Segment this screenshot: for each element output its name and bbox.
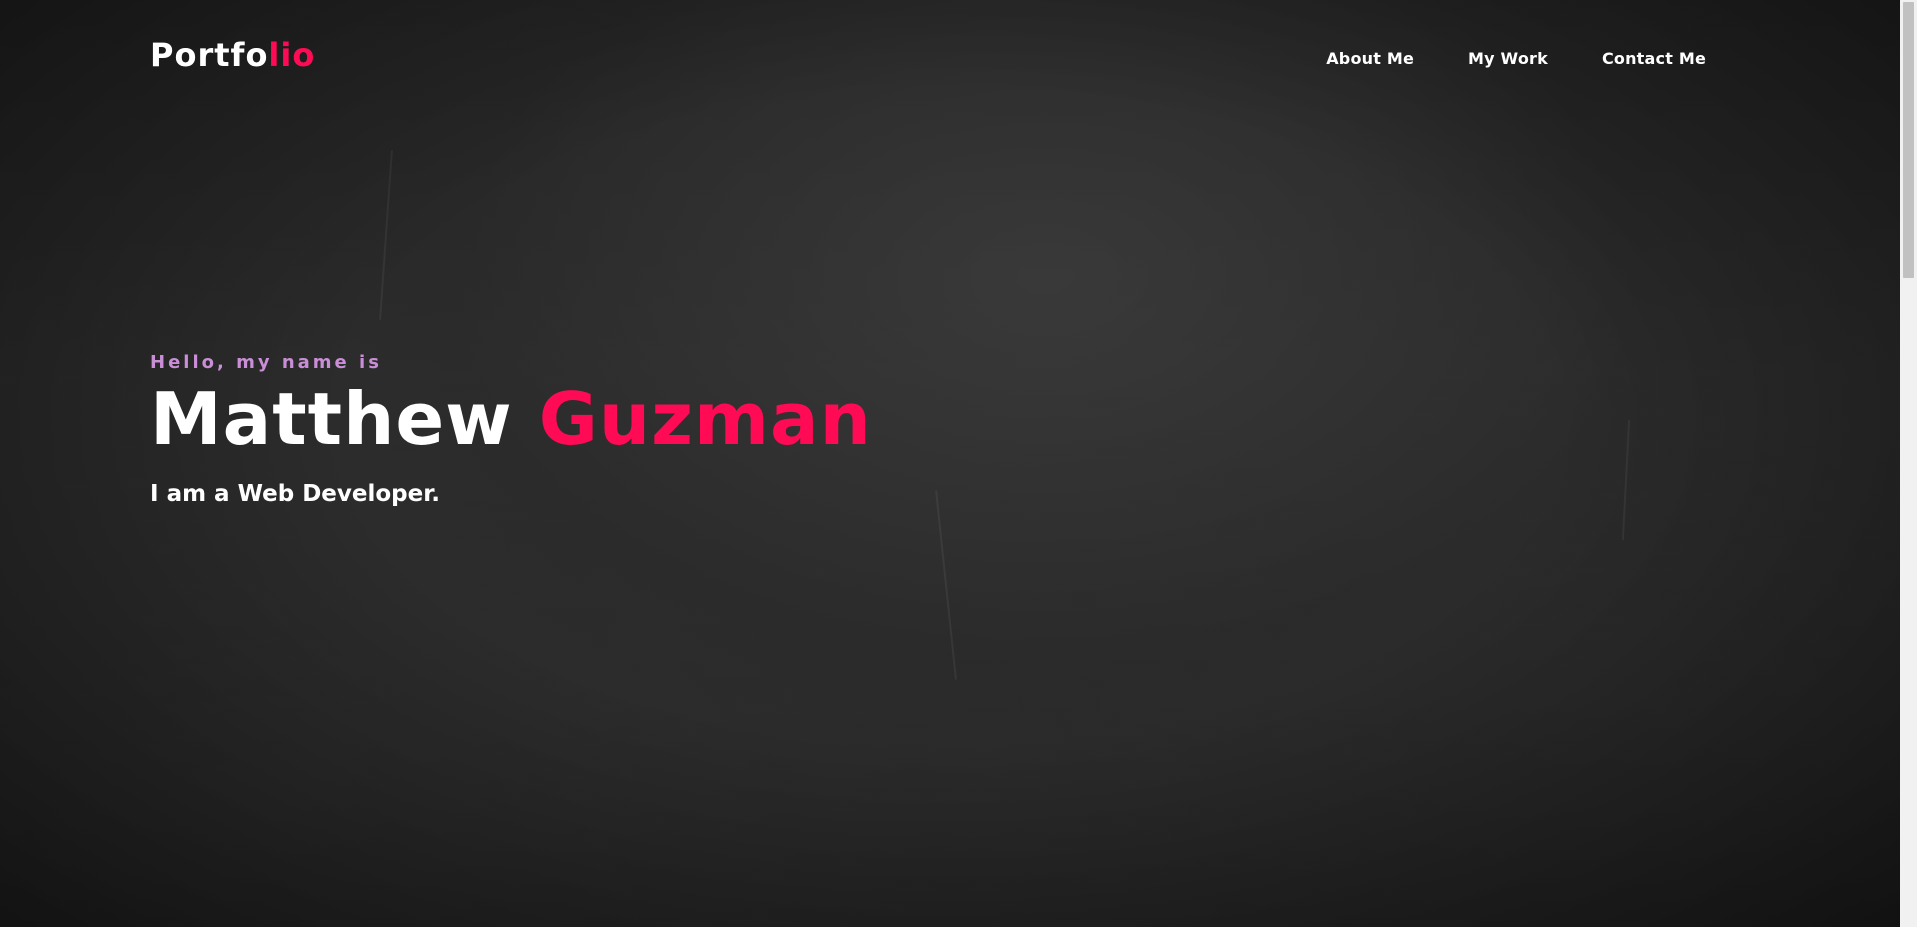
hero-first-name: Matthew (150, 377, 513, 461)
portfolio-page: Portfolio About Me My Work Contact Me He… (0, 0, 1917, 927)
hero-tagline: I am a Web Developer. (150, 481, 441, 507)
main-nav: About Me My Work Contact Me (1272, 49, 1706, 68)
scrollbar-thumb[interactable] (1903, 2, 1914, 278)
logo-text: Portfo (150, 36, 269, 74)
nav-link-my-work[interactable]: My Work (1468, 49, 1548, 68)
nav-link-about-me[interactable]: About Me (1326, 49, 1414, 68)
hero-last-name: Guzman (538, 377, 872, 461)
hero-name: Matthew Guzman (150, 383, 872, 455)
page-scrollbar[interactable] (1900, 0, 1917, 927)
site-header: Portfolio About Me My Work Contact Me (0, 0, 1900, 115)
site-logo[interactable]: Portfolio (150, 36, 315, 74)
hero-section: Hello, my name is Matthew Guzman I am a … (150, 352, 872, 507)
nav-link-contact-me[interactable]: Contact Me (1602, 49, 1706, 68)
logo-accent-text: lio (268, 36, 316, 74)
hero-greeting: Hello, my name is (150, 352, 382, 373)
